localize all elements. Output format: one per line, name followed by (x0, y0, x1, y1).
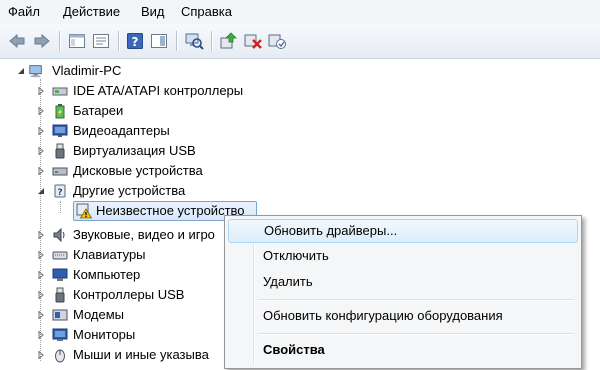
tree-item-label: Мониторы (73, 327, 136, 342)
update-drivers-menu-item[interactable]: Обновить драйверы... (228, 219, 578, 243)
usb-virtualization-icon (52, 143, 68, 159)
tree-item-label: Звуковые, видео и игро (73, 227, 215, 242)
collapsed-arrow-icon[interactable] (36, 245, 46, 265)
collapsed-arrow-icon[interactable] (36, 285, 46, 305)
tree-item-label: Контроллеры USB (73, 287, 185, 302)
svg-text:?: ? (132, 35, 139, 49)
tree-item-label: Неизвестное устройство (96, 203, 245, 218)
menu-separator (258, 299, 574, 301)
tree-item-label: IDE ATA/ATAPI контроллеры (73, 83, 244, 98)
tree-item-label: Видеоадаптеры (73, 123, 170, 138)
tree-root[interactable]: Vladimir-PC (0, 61, 300, 81)
tree-item-display-adapters[interactable]: Видеоадаптеры (0, 121, 300, 141)
back-arrow-icon[interactable] (6, 30, 28, 52)
computer-icon (52, 267, 68, 283)
collapsed-arrow-icon[interactable] (36, 345, 46, 365)
menu-file[interactable]: Файл (2, 3, 46, 21)
menu-item-label: Отключить (263, 248, 329, 263)
context-menu: Обновить драйверы... Отключить Удалить О… (224, 215, 582, 369)
collapsed-arrow-icon[interactable] (36, 141, 46, 161)
modem-icon (52, 307, 68, 323)
usb-controller-icon (52, 287, 68, 303)
tree-item-disk-drives[interactable]: Дисковые устройства (0, 161, 300, 181)
tree-item-label: Модемы (73, 307, 125, 322)
unknown-device-warning-icon (76, 203, 92, 219)
menu-view[interactable]: Вид (135, 3, 171, 21)
menu-action[interactable]: Действие (57, 3, 126, 21)
collapsed-arrow-icon[interactable] (36, 265, 46, 285)
menu-item-label: Удалить (263, 274, 313, 289)
menu-help[interactable]: Справка (175, 3, 238, 21)
disk-drive-icon (52, 163, 68, 179)
uninstall-menu-item[interactable]: Удалить (228, 271, 576, 293)
properties-icon[interactable] (90, 30, 112, 52)
properties-menu-item[interactable]: Свойства (228, 339, 576, 361)
tree-item-label: Виртуализация USB (73, 143, 196, 158)
toolbar-separator (118, 31, 119, 51)
tree-item-label: Компьютер (73, 267, 141, 282)
battery-icon (52, 103, 68, 119)
forward-arrow-icon[interactable] (31, 30, 53, 52)
tree-item-batteries[interactable]: Батареи (0, 101, 300, 121)
show-hide-console-tree-icon[interactable] (66, 30, 88, 52)
other-devices-icon: ? (52, 183, 68, 199)
tree-item-label: Дисковые устройства (73, 163, 203, 178)
expanded-arrow-icon[interactable] (36, 181, 46, 201)
tree-root-label: Vladimir-PC (52, 63, 122, 78)
ide-controller-icon (52, 83, 68, 99)
update-driver-icon[interactable] (218, 30, 240, 52)
tree-item-other-devices[interactable]: ? Другие устройства (0, 181, 300, 201)
menu-bar: Файл Действие Вид Справка (0, 0, 600, 24)
tree-item-label: Мыши и иные указыва (73, 347, 209, 362)
collapsed-arrow-icon[interactable] (36, 101, 46, 121)
show-action-pane-icon[interactable] (148, 30, 170, 52)
collapsed-arrow-icon[interactable] (36, 325, 46, 345)
menu-item-label: Обновить драйверы... (264, 223, 398, 238)
expanded-arrow-icon[interactable] (16, 61, 26, 81)
computer-icon (28, 63, 44, 79)
svg-text:?: ? (57, 188, 62, 198)
tree-item-label: Другие устройства (73, 183, 186, 198)
tree-item-usb-virtualization[interactable]: Виртуализация USB (0, 141, 300, 161)
tree-item-label: Батареи (73, 103, 124, 118)
help-icon[interactable]: ? (124, 30, 146, 52)
collapsed-arrow-icon[interactable] (36, 225, 46, 245)
mouse-icon (52, 347, 68, 363)
monitor-icon (52, 327, 68, 343)
disable-device-icon[interactable] (266, 30, 288, 52)
tree-item-ide[interactable]: IDE ATA/ATAPI контроллеры (0, 81, 300, 101)
scan-hardware-icon[interactable] (183, 30, 205, 52)
toolbar: ? (0, 24, 600, 59)
collapsed-arrow-icon[interactable] (36, 81, 46, 101)
collapsed-arrow-icon[interactable] (36, 161, 46, 181)
scan-hardware-menu-item[interactable]: Обновить конфигурацию оборудования (228, 305, 576, 327)
disable-menu-item[interactable]: Отключить (228, 245, 576, 267)
display-adapter-icon (52, 123, 68, 139)
menu-item-label: Свойства (263, 342, 325, 357)
menu-item-label: Обновить конфигурацию оборудования (263, 308, 503, 323)
toolbar-separator (176, 31, 177, 51)
uninstall-device-icon[interactable] (242, 30, 264, 52)
collapsed-arrow-icon[interactable] (36, 305, 46, 325)
tree-item-label: Клавиатуры (73, 247, 146, 262)
keyboard-icon (52, 247, 68, 263)
menu-separator (258, 333, 574, 335)
toolbar-separator (59, 31, 60, 51)
collapsed-arrow-icon[interactable] (36, 121, 46, 141)
toolbar-separator (211, 31, 212, 51)
sound-icon (52, 227, 68, 243)
